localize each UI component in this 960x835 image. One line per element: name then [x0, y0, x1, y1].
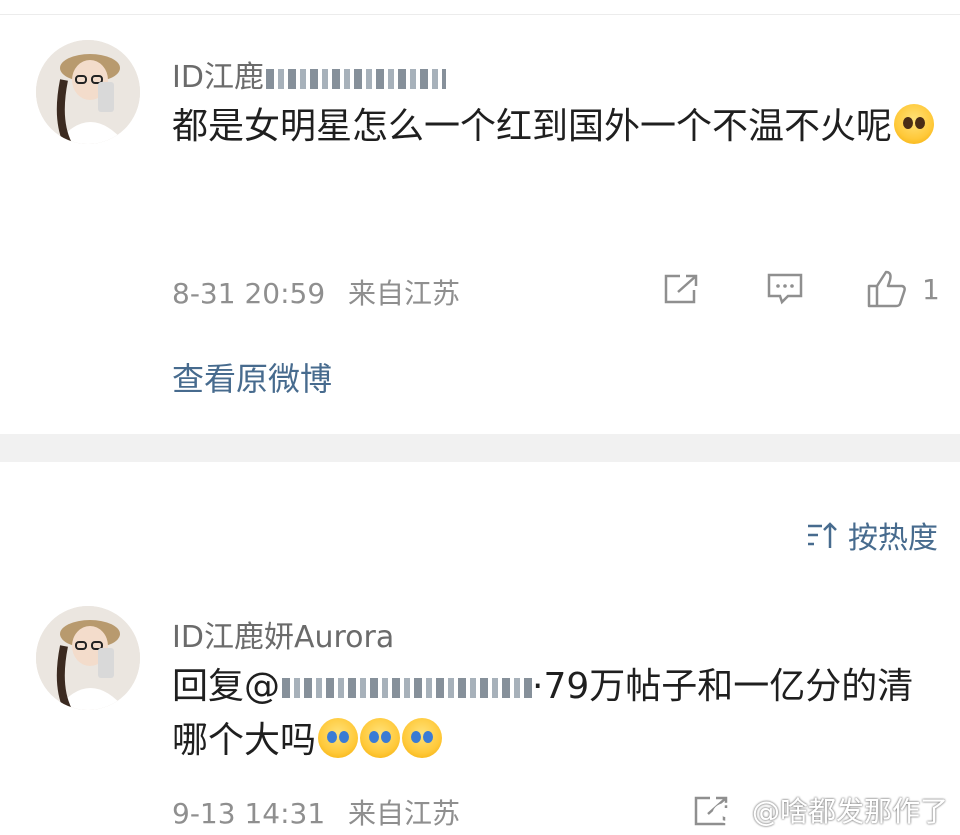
- section-divider: [0, 434, 960, 462]
- pleading-emoji-icon: [894, 104, 935, 144]
- like-button[interactable]: 1: [866, 270, 940, 308]
- comment-button[interactable]: [766, 272, 804, 306]
- comment-icon: [767, 273, 803, 305]
- blurred-mention: [282, 678, 533, 698]
- like-count: 1: [922, 272, 940, 306]
- avatar[interactable]: [36, 40, 140, 144]
- comment-date: 9-13 14:31: [172, 797, 326, 830]
- crying-emoji-icon: [402, 718, 443, 758]
- top-divider: [0, 14, 960, 15]
- view-original-link[interactable]: 查看原微博: [172, 354, 332, 400]
- comment-location: 来自江苏: [348, 277, 461, 310]
- comment-text: 回复@ ·79万帖子和一亿分的清哪个大吗: [172, 666, 914, 761]
- avatar[interactable]: [36, 606, 140, 710]
- comment-meta: 8-31 20:59 来自江苏: [172, 272, 460, 312]
- share-button[interactable]: [662, 272, 700, 306]
- comment-meta: 9-13 14:31 来自江苏: [172, 792, 460, 832]
- share-icon: [664, 274, 698, 304]
- crying-emoji-icon: [360, 718, 401, 758]
- watermark: @啥都发那作了: [712, 790, 948, 830]
- comment-date: 8-31 20:59: [172, 277, 326, 310]
- crying-emoji-icon: [318, 718, 359, 758]
- blurred-username: [265, 68, 446, 89]
- comment-location: 来自江苏: [348, 797, 461, 830]
- thumbs-up-icon: [867, 270, 906, 308]
- username[interactable]: ID江鹿: [172, 52, 446, 96]
- comment-text: 都是女明星怎么一个红到国外一个不温不火呢: [172, 100, 952, 154]
- weibo-logo-icon: [712, 797, 745, 824]
- sort-label: 按热度: [848, 521, 938, 556]
- sort-by-hot-button[interactable]: 按热度: [806, 513, 938, 557]
- username[interactable]: ID江鹿妍Aurora: [172, 612, 394, 656]
- sort-icon: [808, 522, 837, 548]
